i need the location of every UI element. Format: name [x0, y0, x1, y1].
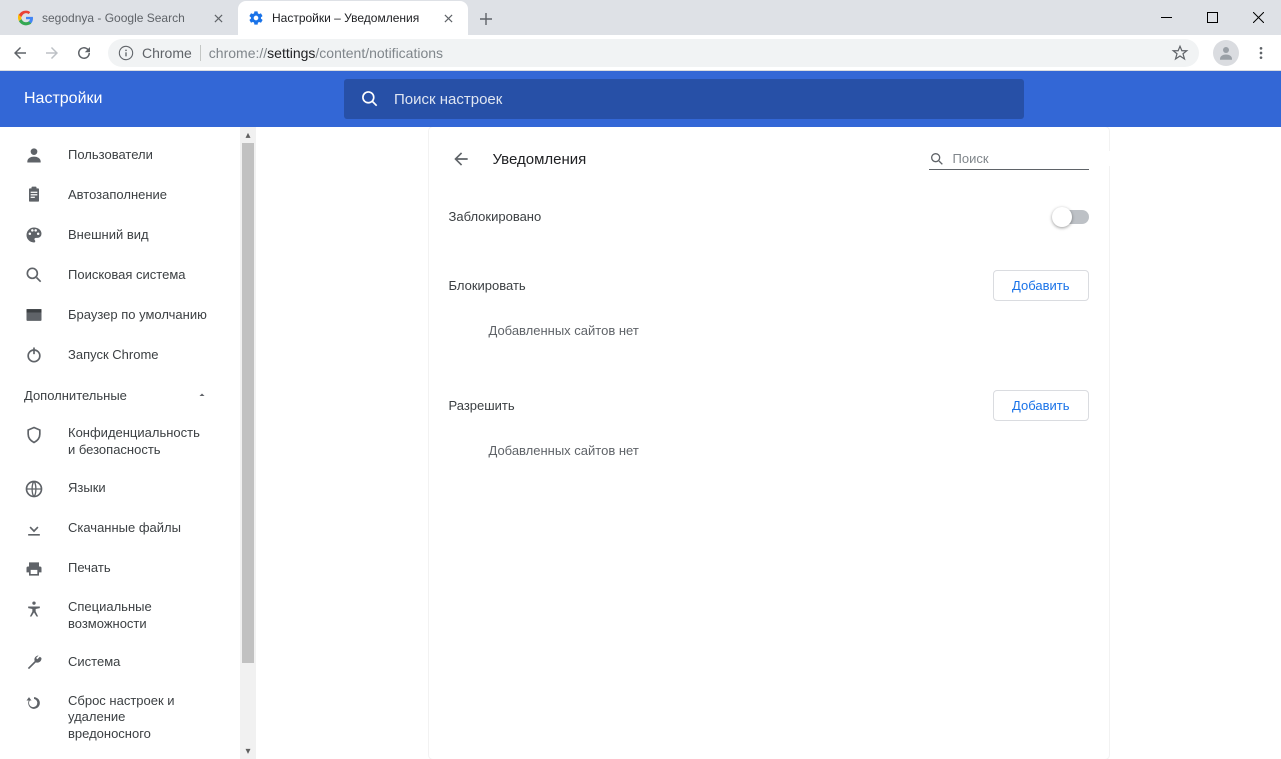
url-text: chrome://settings/content/notifications — [209, 45, 443, 61]
window-minimize-button[interactable] — [1143, 0, 1189, 35]
download-icon — [24, 519, 44, 539]
settings-card: Уведомления Заблокировано Блокировать До… — [429, 127, 1109, 759]
setting-blocked-label: Заблокировано — [449, 209, 542, 224]
sidebar-item-privacy[interactable]: Конфиденциальность и безопасность — [0, 415, 232, 469]
bookmark-star-icon[interactable] — [1171, 44, 1189, 62]
reload-button[interactable] — [70, 39, 98, 67]
search-icon — [929, 151, 945, 167]
restore-icon — [24, 693, 44, 713]
sidebar-item-search-engine[interactable]: Поисковая система — [0, 255, 232, 295]
sidebar-item-label: Браузер по умолчанию — [68, 307, 207, 324]
sidebar-item-users[interactable]: Пользователи — [0, 135, 232, 175]
print-icon — [24, 559, 44, 579]
sidebar-item-default-browser[interactable]: Браузер по умолчанию — [0, 295, 232, 335]
blocked-toggle[interactable] — [1055, 210, 1089, 224]
window-close-button[interactable] — [1235, 0, 1281, 35]
allow-empty-message: Добавленных сайтов нет — [449, 429, 1089, 482]
page-title: Уведомления — [493, 151, 909, 168]
tab-title: segodnya - Google Search — [42, 11, 202, 25]
omnibox-separator — [200, 45, 201, 61]
site-info-icon[interactable] — [118, 45, 134, 61]
window-maximize-button[interactable] — [1189, 0, 1235, 35]
browser-menu-button[interactable] — [1247, 39, 1275, 67]
back-button[interactable] — [6, 39, 34, 67]
page-back-button[interactable] — [449, 147, 473, 171]
search-icon — [24, 265, 44, 285]
sidebar-item-accessibility[interactable]: Специальные возможности — [0, 589, 232, 643]
power-icon — [24, 345, 44, 365]
page-search[interactable] — [929, 149, 1089, 170]
scrollbar-thumb[interactable] — [242, 143, 254, 663]
settings-header: Настройки — [0, 71, 1281, 127]
forward-button[interactable] — [38, 39, 66, 67]
close-tab-icon[interactable] — [440, 10, 456, 26]
sidebar: Пользователи Автозаполнение Внешний вид … — [0, 127, 232, 759]
new-tab-button[interactable] — [472, 5, 500, 33]
url-origin-label: Chrome — [142, 45, 192, 61]
sidebar-item-label: Автозаполнение — [68, 187, 167, 204]
settings-favicon-icon — [248, 10, 264, 26]
address-bar[interactable]: Chrome chrome://settings/content/notific… — [108, 39, 1199, 67]
scroll-down-icon[interactable]: ▾ — [240, 743, 256, 759]
search-icon — [360, 89, 380, 109]
window-controls — [1143, 0, 1281, 35]
sidebar-item-label: Система — [68, 654, 120, 671]
sidebar-item-printing[interactable]: Печать — [0, 549, 232, 589]
add-block-button[interactable]: Добавить — [993, 270, 1088, 301]
card-header: Уведомления — [429, 127, 1109, 191]
shield-icon — [24, 425, 44, 445]
accessibility-icon — [24, 599, 44, 619]
window-titlebar: segodnya - Google Search Настройки – Уве… — [0, 0, 1281, 35]
tab-title: Настройки – Уведомления — [272, 11, 432, 25]
sidebar-item-languages[interactable]: Языки — [0, 469, 232, 509]
profile-avatar-button[interactable] — [1213, 40, 1239, 66]
sidebar-item-label: Пользователи — [68, 147, 153, 164]
section-allow-row: Разрешить Добавить — [449, 362, 1089, 429]
sidebar-item-appearance[interactable]: Внешний вид — [0, 215, 232, 255]
add-allow-button[interactable]: Добавить — [993, 390, 1088, 421]
google-favicon-icon — [18, 10, 34, 26]
sidebar-item-label: Запуск Chrome — [68, 347, 159, 364]
browser-tab-0[interactable]: segodnya - Google Search — [8, 1, 238, 35]
settings-search-input[interactable] — [394, 91, 1008, 108]
person-icon — [24, 145, 44, 165]
scroll-up-icon[interactable]: ▴ — [240, 127, 256, 143]
sidebar-item-on-startup[interactable]: Запуск Chrome — [0, 335, 232, 375]
browser-tab-1[interactable]: Настройки – Уведомления — [238, 1, 468, 35]
sidebar-item-label: Сброс настроек и удаление вредоносного — [68, 693, 208, 744]
sidebar-item-label: Специальные возможности — [68, 599, 208, 633]
sidebar-item-label: Внешний вид — [68, 227, 149, 244]
wrench-icon — [24, 653, 44, 673]
globe-icon — [24, 479, 44, 499]
section-allow-title: Разрешить — [449, 398, 515, 413]
sidebar-scrollbar[interactable]: ▴ ▾ — [240, 127, 256, 759]
settings-search[interactable] — [344, 79, 1024, 119]
sidebar-item-reset[interactable]: Сброс настроек и удаление вредоносного — [0, 683, 232, 754]
block-empty-message: Добавленных сайтов нет — [449, 309, 1089, 362]
settings-title: Настройки — [24, 90, 324, 108]
clipboard-icon — [24, 185, 44, 205]
window-icon — [24, 305, 44, 325]
sidebar-item-label: Поисковая система — [68, 267, 186, 284]
chevron-up-icon — [196, 389, 208, 401]
section-block-row: Блокировать Добавить — [449, 242, 1089, 309]
palette-icon — [24, 225, 44, 245]
close-tab-icon[interactable] — [210, 10, 226, 26]
browser-toolbar: Chrome chrome://settings/content/notific… — [0, 35, 1281, 71]
sidebar-section-advanced[interactable]: Дополнительные — [0, 375, 232, 415]
sidebar-item-autofill[interactable]: Автозаполнение — [0, 175, 232, 215]
sidebar-item-label: Языки — [68, 480, 106, 497]
main-content: Уведомления Заблокировано Блокировать До… — [256, 127, 1281, 759]
setting-blocked-row: Заблокировано — [449, 191, 1089, 242]
sidebar-section-label: Дополнительные — [24, 388, 127, 403]
sidebar-item-label: Конфиденциальность и безопасность — [68, 425, 208, 459]
sidebar-item-downloads[interactable]: Скачанные файлы — [0, 509, 232, 549]
sidebar-item-system[interactable]: Система — [0, 643, 232, 683]
section-block-title: Блокировать — [449, 278, 526, 293]
sidebar-item-label: Печать — [68, 560, 111, 577]
page-search-input[interactable] — [953, 151, 1129, 166]
sidebar-item-label: Скачанные файлы — [68, 520, 181, 537]
